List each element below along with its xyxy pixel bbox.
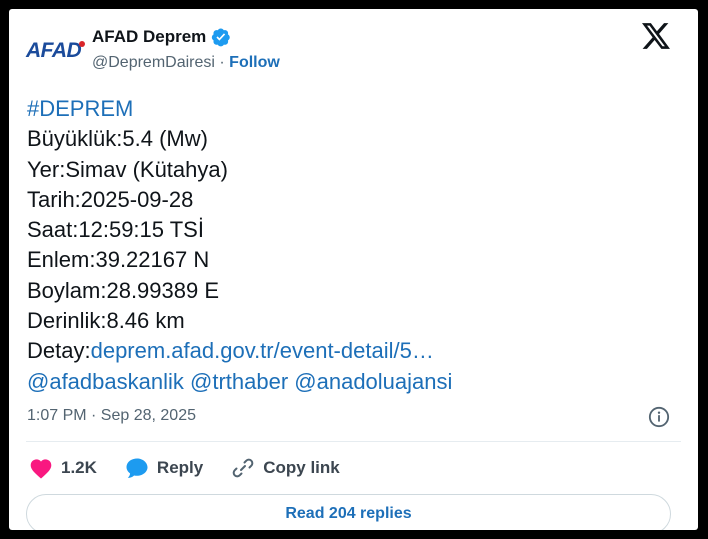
like-count: 1.2K <box>61 458 97 477</box>
follow-button[interactable]: Follow <box>229 54 280 71</box>
tweet-card: AFAD AFAD Deprem @DepremDairesi · Follow… <box>9 9 698 530</box>
mention-afadbaskanlik[interactable]: @afadbaskanlik <box>27 369 184 394</box>
x-logo-icon[interactable] <box>642 23 670 49</box>
detail-label: Detay: <box>27 338 91 364</box>
hashtag-deprem[interactable]: #DEPREM <box>27 96 133 121</box>
text-line-depth: Derinlik:8.46 km <box>27 308 185 334</box>
separator-dot: · <box>219 54 225 71</box>
author-name-row: AFAD Deprem <box>92 27 231 47</box>
afad-logo-avatar[interactable]: AFAD <box>26 29 85 73</box>
handle-row: @DepremDairesi · Follow <box>92 54 280 72</box>
author-name[interactable]: AFAD Deprem <box>92 27 206 47</box>
text-line-latitude: Enlem:39.22167 N <box>27 247 210 273</box>
text-line-detail: Detay:deprem.afad.gov.tr/event-detail/5… <box>27 336 452 366</box>
copy-link-button[interactable]: Copy link <box>231 456 340 480</box>
mention-anadoluajansi[interactable]: @anadoluajansi <box>294 369 452 394</box>
divider <box>26 441 681 442</box>
like-button[interactable]: 1.2K <box>29 457 97 479</box>
text-line-magnitude: Büyüklük:5.4 (Mw) <box>27 126 208 152</box>
text-line-location: Yer:Simav (Kütahya) <box>27 156 228 182</box>
reply-bubble-icon <box>126 458 148 478</box>
read-replies-button[interactable]: Read 204 replies <box>26 494 671 530</box>
verified-badge-icon <box>212 28 231 47</box>
action-bar: 1.2K Reply Copy link <box>29 456 368 480</box>
author-handle[interactable]: @DepremDairesi <box>92 54 215 71</box>
mention-trthaber[interactable]: @trthaber <box>190 369 288 394</box>
tweet-text: #DEPREM Büyüklük:5.4 (Mw) Yer:Simav (Küt… <box>27 94 452 397</box>
tweet-timestamp[interactable]: 1:07 PM · Sep 28, 2025 <box>27 407 196 425</box>
copy-link-label: Copy link <box>263 458 340 477</box>
text-line-date: Tarih:2025-09-28 <box>27 186 194 212</box>
afad-logo-text: AFAD <box>26 39 82 62</box>
link-chain-icon <box>232 458 254 478</box>
text-line-longitude: Boylam:28.99389 E <box>27 277 220 303</box>
reply-label: Reply <box>156 458 204 477</box>
reply-button[interactable]: Reply <box>125 457 203 479</box>
heart-icon <box>30 459 52 479</box>
afad-logo-dot <box>79 41 85 47</box>
text-line-time: Saat:12:59:15 TSİ <box>27 217 204 243</box>
info-icon[interactable] <box>648 406 670 428</box>
detail-link[interactable]: deprem.afad.gov.tr/event-detail/5… <box>91 338 434 363</box>
mentions-line: @afadbaskanlik @trthaber @anadoluajansi <box>27 367 452 397</box>
